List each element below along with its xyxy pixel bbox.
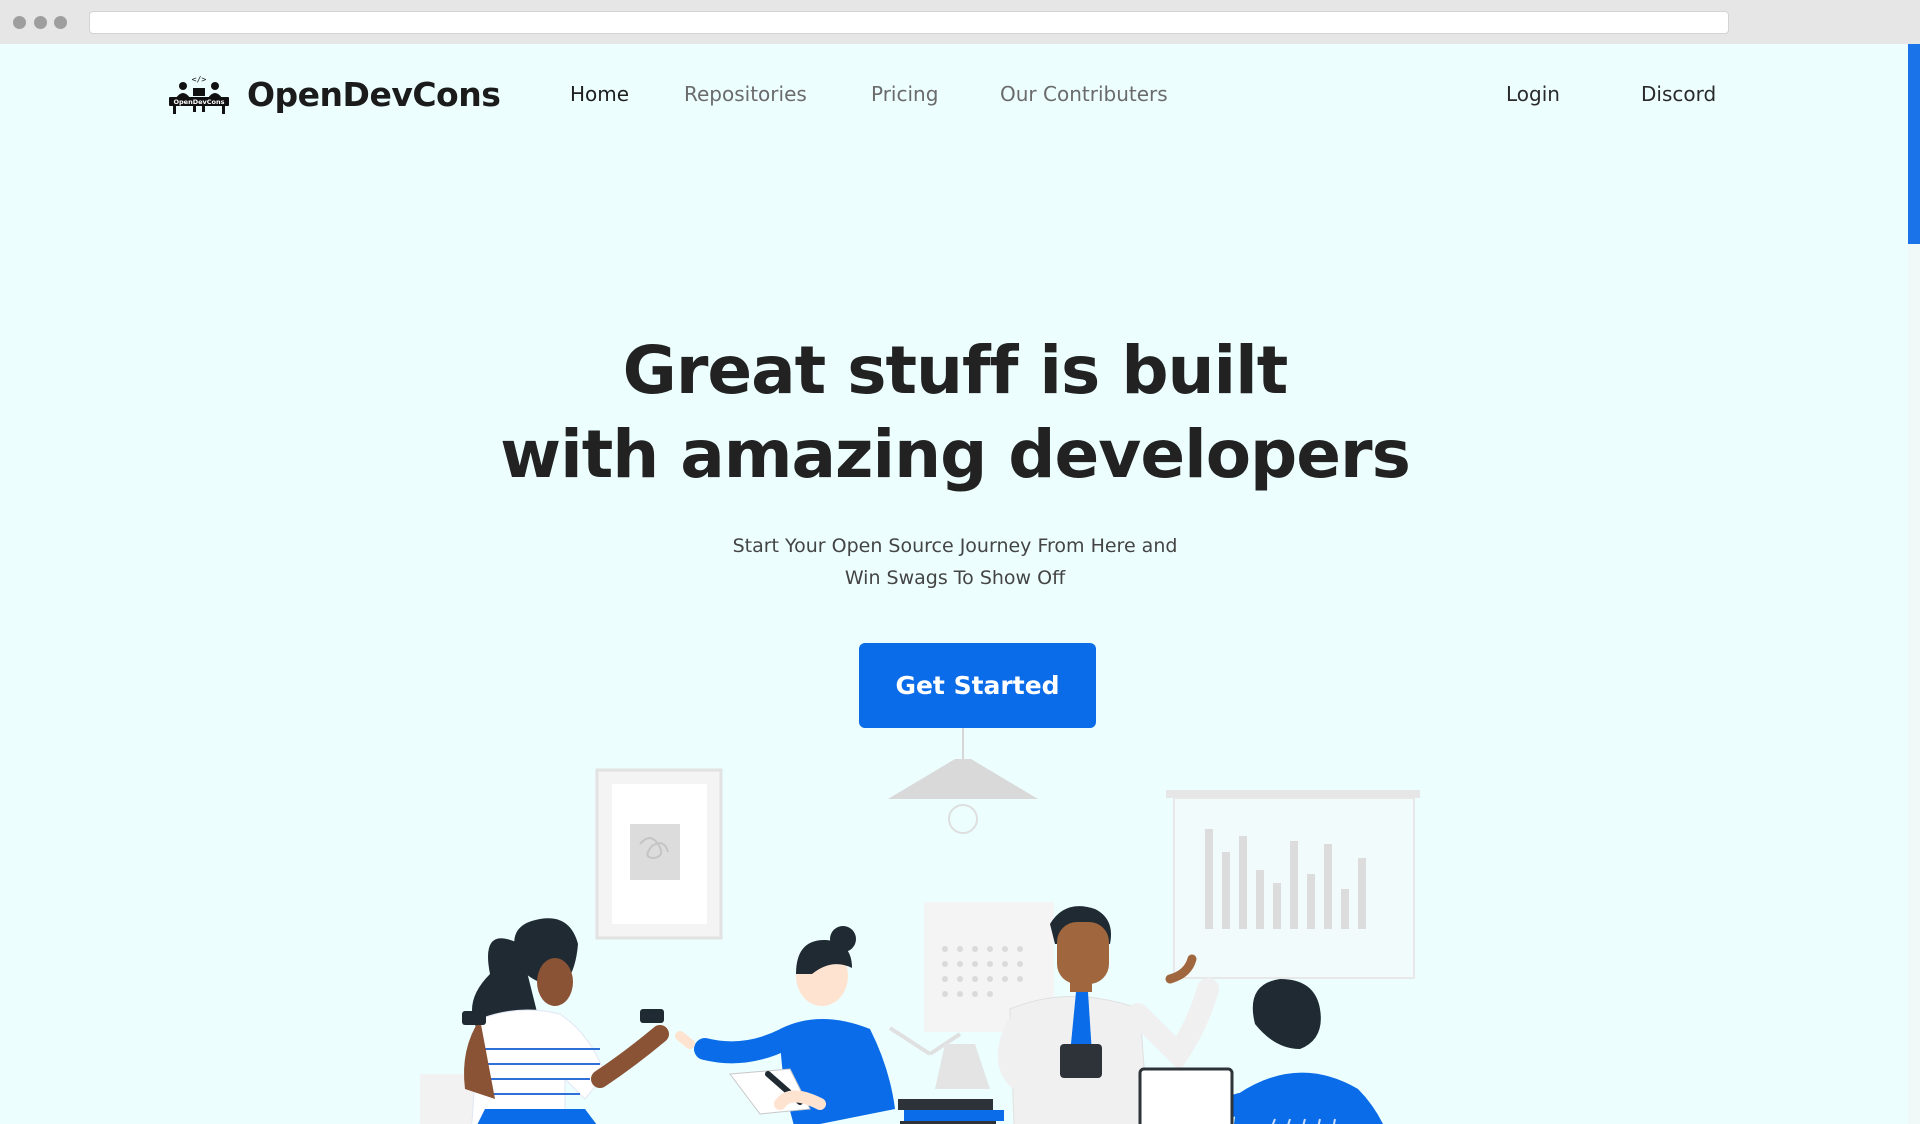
nav-home[interactable]: Home [570, 82, 629, 106]
login-link[interactable]: Login [1506, 82, 1560, 106]
person-notebook-woman-icon [675, 926, 895, 1124]
hero-subtitle-line-2: Win Swags To Show Off [844, 567, 1066, 589]
nav-repositories[interactable]: Repositories [684, 82, 807, 106]
logo-icon: </> OpenDevCons [169, 75, 229, 114]
window-close-dot[interactable] [13, 16, 26, 29]
books-stack-icon [898, 1099, 1004, 1124]
ceiling-lamp-icon [888, 728, 1038, 834]
window-minimize-dot[interactable] [34, 16, 47, 29]
logo-mark-text: OpenDevCons [174, 98, 225, 106]
hero-title-line-1: Great stuff is built [622, 332, 1289, 409]
brand-logo[interactable]: </> OpenDevCons OpenDevCons [167, 72, 501, 116]
logo-code-glyph: </> [192, 75, 207, 84]
chair-icon [420, 1074, 490, 1124]
window-maximize-dot[interactable] [54, 16, 67, 29]
scrollbar-thumb[interactable] [1908, 44, 1920, 244]
nav-our-contributers[interactable]: Our Contributers [1000, 82, 1168, 106]
whiteboard-chart-icon [1166, 790, 1420, 979]
wall-calendar-icon [924, 902, 1054, 1032]
hero-title-line-2: with amazing developers [500, 416, 1411, 493]
person-presenting-man-icon [997, 906, 1219, 1124]
get-started-button[interactable]: Get Started [859, 643, 1096, 728]
brand-name: OpenDevCons [247, 74, 501, 114]
hero-title: Great stuff is built with amazing develo… [0, 329, 1910, 497]
wall-frame-icon [595, 768, 723, 940]
hero-subtitle: Start Your Open Source Journey From Here… [0, 530, 1910, 594]
desk-lamp-icon [888, 1026, 990, 1089]
person-laptop-man-icon [1138, 979, 1383, 1124]
nav-pricing[interactable]: Pricing [871, 82, 938, 106]
hero-subtitle-line-1: Start Your Open Source Journey From Here… [732, 535, 1178, 557]
person-coffee-woman-icon [462, 918, 669, 1124]
page-viewport: </> OpenDevCons OpenDevCons Home Reposit… [0, 44, 1920, 1124]
browser-chrome [0, 0, 1920, 44]
discord-link[interactable]: Discord [1641, 82, 1716, 106]
address-bar[interactable] [89, 11, 1729, 34]
